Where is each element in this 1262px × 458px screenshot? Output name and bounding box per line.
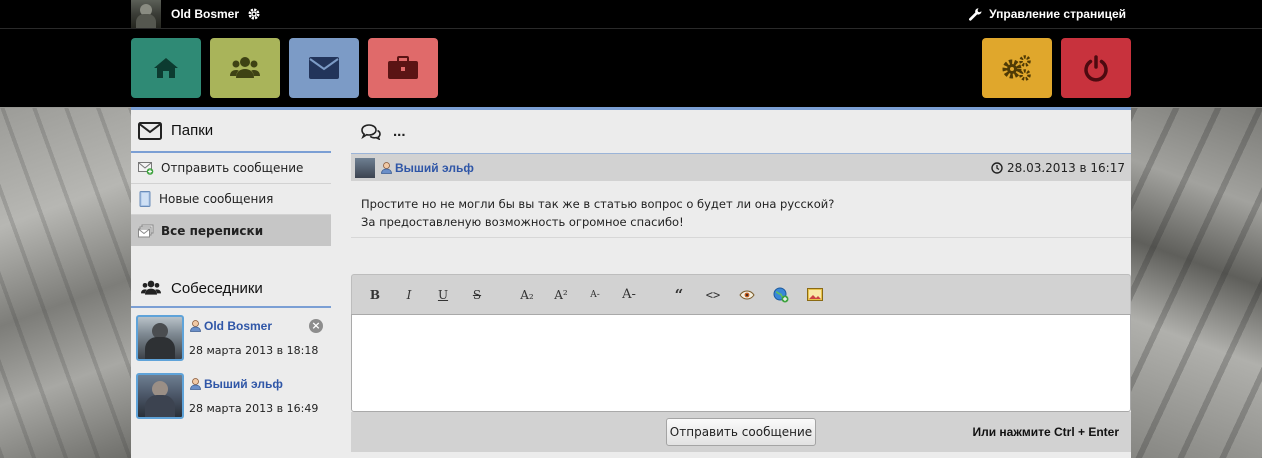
power-icon [1084, 55, 1108, 82]
eye-icon [739, 289, 755, 300]
envelope-icon [309, 57, 339, 79]
message-line: За предоставленую возможность огромное с… [361, 215, 684, 229]
background-left [0, 108, 131, 458]
friends-tile[interactable] [210, 38, 280, 98]
send-hint: Или нажмите Ctrl + Enter [972, 425, 1119, 439]
new-messages-icon [139, 191, 151, 207]
contact-avatar[interactable] [136, 373, 184, 419]
editor-toolbar: B I U S A₂ A² A- A- “ <> [351, 274, 1131, 314]
logout-tile[interactable] [1061, 38, 1131, 98]
insert-image-button[interactable] [798, 282, 832, 308]
user-avatar[interactable] [131, 0, 161, 28]
message-author-link[interactable]: Выший эльф [381, 161, 474, 175]
briefcase-tile[interactable] [368, 38, 438, 98]
messages-tile[interactable] [289, 38, 359, 98]
sidebar: Папки Отправить сообщение Новые сообщени… [131, 110, 331, 458]
home-tile[interactable] [131, 38, 201, 98]
sidebar-item-label: Новые сообщения [159, 192, 274, 206]
gear-icon[interactable] [247, 7, 261, 21]
clock-icon [991, 162, 1003, 174]
sidebar-item-label: Отправить сообщение [161, 161, 304, 175]
italic-button[interactable]: I [392, 282, 426, 308]
sidebar-item-new-messages[interactable]: Новые сообщения [131, 184, 331, 215]
message-author-avatar[interactable] [355, 157, 375, 178]
users-icon [141, 280, 161, 295]
subscript-button[interactable]: A₂ [510, 282, 544, 308]
bigger-font-button[interactable]: A- [612, 282, 646, 308]
sidebar-item-compose[interactable]: Отправить сообщение [131, 153, 331, 184]
spoiler-button[interactable] [730, 282, 764, 308]
briefcase-icon [388, 56, 418, 79]
user-icon [190, 320, 201, 332]
user-icon [381, 161, 392, 174]
message-author: Выший эльф [395, 160, 474, 175]
contact-date: 28 марта 2013 в 18:18 [189, 344, 319, 357]
sidebar-item-label: Все переписки [161, 223, 264, 238]
contacts-header: Собеседники [131, 270, 331, 308]
send-message-button[interactable]: Отправить сообщение [666, 418, 816, 446]
conversation-area: ... Выший эльф 28.03.2013 в 16:17 Прости… [351, 110, 1131, 458]
gears-icon [1002, 55, 1031, 81]
contact-date: 28 марта 2013 в 16:49 [189, 402, 319, 415]
contact-avatar[interactable] [136, 315, 184, 361]
message-body: Простите но не могли бы вы так же в стат… [351, 181, 1131, 238]
smaller-font-button[interactable]: A- [578, 282, 612, 308]
home-icon [154, 58, 178, 78]
envelope-outline-icon [138, 121, 162, 140]
reply-textarea[interactable] [351, 314, 1131, 412]
contact-name: Old Bosmer [204, 319, 273, 333]
underline-button[interactable]: U [426, 282, 460, 308]
manage-page-link[interactable]: Управление страницей [968, 0, 1126, 28]
username[interactable]: Old Bosmer [171, 7, 239, 21]
contacts-title: Собеседники [171, 279, 263, 297]
contact-item[interactable]: Old Bosmer 28 марта 2013 в 18:18 × [131, 308, 331, 366]
close-icon[interactable]: × [309, 319, 323, 333]
contact-name-link[interactable]: Выший эльф [190, 377, 283, 391]
settings-tile[interactable] [982, 38, 1052, 98]
message-date: 28.03.2013 в 16:17 [991, 154, 1125, 182]
folders-header: Папки [131, 110, 331, 153]
users-icon [230, 57, 260, 78]
quote-button[interactable]: “ [662, 282, 696, 308]
wrench-icon [969, 7, 982, 21]
all-conversations-icon [138, 224, 154, 237]
manage-page-label: Управление страницей [989, 7, 1126, 21]
superscript-button[interactable]: A² [544, 282, 578, 308]
bold-button[interactable]: B [358, 282, 392, 308]
conversation-header: ... [351, 110, 1131, 153]
user-block[interactable]: Old Bosmer [131, 0, 261, 28]
contact-item[interactable]: Выший эльф 28 марта 2013 в 16:49 [131, 366, 331, 424]
user-icon [190, 378, 201, 390]
contact-name: Выший эльф [204, 377, 283, 391]
comments-icon [361, 123, 381, 140]
strikethrough-button[interactable]: S [460, 282, 494, 308]
image-icon [807, 288, 823, 301]
insert-link-button[interactable] [764, 282, 798, 308]
reply-editor: B I U S A₂ A² A- A- “ <> Отправить сообщ… [351, 274, 1131, 452]
message-header: Выший эльф 28.03.2013 в 16:17 [351, 153, 1131, 181]
tile-bar [0, 29, 1262, 107]
main-panel: Папки Отправить сообщение Новые сообщени… [131, 107, 1131, 458]
message-line: Простите но не могли бы вы так же в стат… [361, 197, 835, 211]
code-button[interactable]: <> [696, 282, 730, 308]
editor-footer: Отправить сообщение Или нажмите Ctrl + E… [351, 412, 1131, 452]
background-right [1131, 108, 1262, 458]
top-bar: Old Bosmer Управление страницей [0, 0, 1262, 29]
sidebar-item-all-conversations[interactable]: Все переписки [131, 215, 331, 246]
globe-link-icon [773, 287, 789, 302]
message-date-text: 28.03.2013 в 16:17 [1007, 161, 1125, 175]
compose-icon [138, 162, 154, 175]
folders-title: Папки [171, 122, 214, 139]
contact-name-link[interactable]: Old Bosmer [190, 319, 272, 333]
conversation-title: ... [393, 123, 406, 140]
